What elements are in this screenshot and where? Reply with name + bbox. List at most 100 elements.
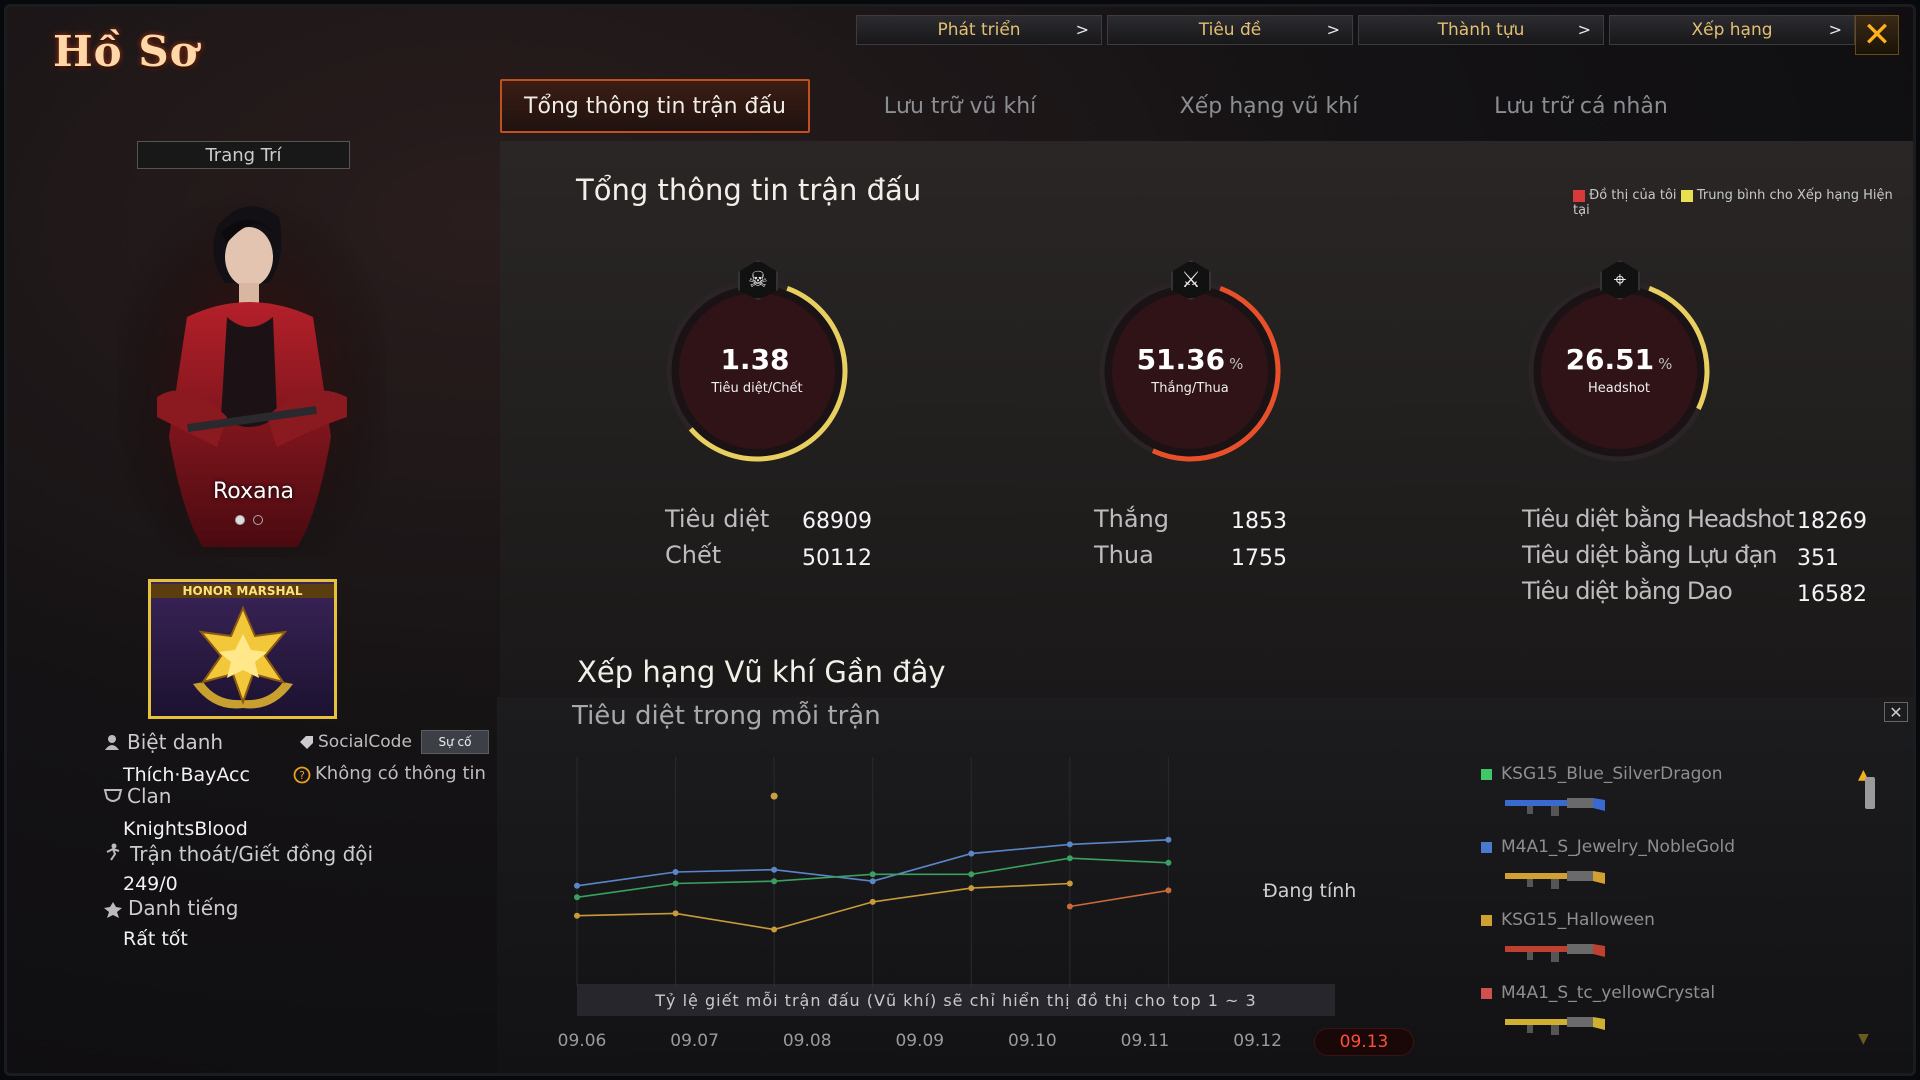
- headshot-gauge: 26.51% Headshot: [1519, 271, 1719, 471]
- knife-kills-value: 16582: [1797, 582, 1867, 607]
- weapon-name: KSG15_Halloween: [1501, 910, 1655, 930]
- weapon-list-item[interactable]: M4A1_S_tc_yellowCrystal: [1477, 978, 1777, 1051]
- weapon-color-swatch: [1481, 842, 1492, 853]
- weapon-list-scrollbar[interactable]: [1865, 777, 1875, 809]
- nav-label: Xếp hạng: [1691, 20, 1773, 40]
- data-point: [672, 910, 679, 917]
- x-tick-label: 09.11: [1120, 1031, 1170, 1051]
- nav-label: Thành tựu: [1437, 20, 1525, 40]
- chart-note: Tỷ lệ giết mỗi trận đấu (Vũ khí) sẽ chỉ …: [577, 984, 1335, 1016]
- weapon-list-item[interactable]: KSG15_Blue_SilverDragon: [1477, 759, 1777, 832]
- data-point: [968, 885, 975, 892]
- chevron-right-icon: >: [1326, 20, 1340, 39]
- weapon-name: M4A1_S_tc_yellowCrystal: [1501, 983, 1716, 1003]
- rank-label: HONOR MARSHAL: [151, 584, 334, 598]
- tab-match-summary[interactable]: Tổng thông tin trận đấu: [500, 79, 810, 133]
- data-point: [869, 898, 876, 905]
- wins-label: Thắng: [1094, 505, 1170, 533]
- profile-window: Hồ Sơ Phát triển > Tiêu đề > Thành tựu > Xế…: [4, 4, 1916, 1076]
- deaths-value: 50112: [802, 546, 872, 571]
- tab-weapon-ranking[interactable]: Xếp hạng vũ khí: [1110, 79, 1428, 133]
- rifle-icon: [1505, 1017, 1605, 1035]
- headshot-rate-value: 26.51%: [1565, 343, 1673, 376]
- reputation-icon: [104, 902, 122, 918]
- report-issue-button[interactable]: Sự cố: [421, 730, 489, 754]
- close-button[interactable]: ✕: [1855, 15, 1899, 55]
- data-point: [770, 792, 778, 800]
- rank-emblem: HONOR MARSHAL: [148, 579, 337, 719]
- clan-value: KnightsBlood: [123, 818, 248, 840]
- weapon-list-item[interactable]: M4A1_S_Jewelry_NobleGold: [1477, 832, 1777, 905]
- data-point: [771, 866, 778, 873]
- data-point: [574, 882, 580, 889]
- decor-button[interactable]: Trang Trí: [137, 141, 350, 169]
- socialcode-label: SocialCode: [318, 732, 412, 752]
- data-point: [869, 878, 876, 885]
- kd-gauge: 1.38 Tiêu diệt/Chết: [657, 271, 857, 471]
- chart-close-button[interactable]: ✕: [1884, 702, 1908, 722]
- data-point: [672, 880, 679, 887]
- knife-kills-label: Tiêu diệt bằng Dao: [1522, 577, 1733, 605]
- kd-ratio-value: 1.38: [720, 343, 790, 376]
- data-point: [1165, 836, 1172, 843]
- pager-dot[interactable]: [235, 515, 245, 525]
- chevron-right-icon: >: [1828, 20, 1842, 39]
- kills-value: 68909: [802, 509, 872, 534]
- nav-achievement-button[interactable]: Thành tựu >: [1358, 15, 1604, 45]
- data-point: [574, 894, 580, 901]
- scroll-down-icon[interactable]: ▼: [1858, 1031, 1869, 1047]
- weapon-color-swatch: [1481, 915, 1492, 926]
- data-point: [1066, 841, 1073, 848]
- close-icon: ✕: [1889, 702, 1903, 722]
- nav-development-button[interactable]: Phát triển >: [856, 15, 1102, 45]
- kills-per-match-chart: [574, 757, 1172, 987]
- x-tick-label: 09.09: [895, 1031, 945, 1051]
- x-tick-label: 09.12: [1233, 1031, 1282, 1051]
- win-rate-value: 51.36%: [1136, 343, 1244, 376]
- x-tick-label: 09.06: [557, 1031, 607, 1051]
- star-emblem-icon: [193, 605, 293, 709]
- legend-mine-label: Đồ thị của tôi: [1589, 188, 1677, 203]
- socialcode-value: Không có thông tin: [315, 763, 486, 784]
- legend-swatch-average: [1680, 189, 1693, 202]
- tab-weapon-storage[interactable]: Lưu trữ vũ khí: [810, 79, 1110, 133]
- win-loss-gauge: 51.36% Thắng/Thua: [1090, 271, 1290, 471]
- data-point: [968, 871, 975, 878]
- kills-label: Tiêu diệt: [665, 505, 770, 533]
- close-icon: ✕: [1862, 15, 1892, 55]
- wins-value: 1853: [1231, 509, 1287, 534]
- weapon-name: KSG15_Blue_SilverDragon: [1501, 764, 1723, 784]
- nav-label: Tiêu đề: [1198, 20, 1262, 40]
- weapon-list-item[interactable]: KSG15_Halloween: [1477, 905, 1777, 978]
- x-tick-label: 09.13: [1314, 1028, 1414, 1056]
- profile-sidebar: Trang Trí Roxana HONOR MARSHAL Biệt danh…: [7, 7, 497, 1073]
- data-point: [672, 869, 679, 875]
- nav-title-button[interactable]: Tiêu đề >: [1107, 15, 1353, 45]
- tag-icon: [300, 736, 313, 749]
- nav-label: Phát triển: [937, 20, 1021, 40]
- data-point: [1066, 903, 1073, 910]
- weapon-name: M4A1_S_Jewelry_NobleGold: [1501, 837, 1736, 857]
- shotgun-icon: [1505, 798, 1605, 816]
- summary-title: Tổng thông tin trận đấu: [576, 173, 922, 207]
- grenade-kills-label: Tiêu diệt bằng Lựu đạn: [1522, 541, 1777, 569]
- data-point: [771, 926, 778, 933]
- data-point: [1066, 880, 1073, 887]
- nickname-label: Biệt danh: [127, 730, 224, 754]
- kd-ratio-label: Tiêu diệt/Chết: [711, 381, 803, 396]
- escape-teamkill-label: Trận thoát/Giết đồng đội: [130, 842, 374, 866]
- win-rate-label: Thắng/Thua: [1151, 381, 1229, 396]
- top-nav: Phát triển > Tiêu đề > Thành tựu > Xếp hạng…: [856, 15, 1855, 45]
- headshot-rate-label: Headshot: [1587, 381, 1651, 396]
- x-tick-label: 09.07: [670, 1031, 719, 1051]
- nav-ranking-button[interactable]: Xếp hạng >: [1609, 15, 1855, 45]
- weapon-color-swatch: [1481, 988, 1492, 999]
- losses-label: Thua: [1094, 541, 1154, 569]
- series-line: [576, 882, 1070, 931]
- deaths-label: Chết: [665, 541, 722, 569]
- losses-value: 1755: [1231, 546, 1287, 571]
- pager-dot[interactable]: [253, 515, 263, 525]
- shotgun-icon: [1505, 944, 1605, 962]
- calculating-label: Đang tính: [1263, 880, 1357, 902]
- tab-personal-storage[interactable]: Lưu trữ cá nhân: [1428, 79, 1734, 133]
